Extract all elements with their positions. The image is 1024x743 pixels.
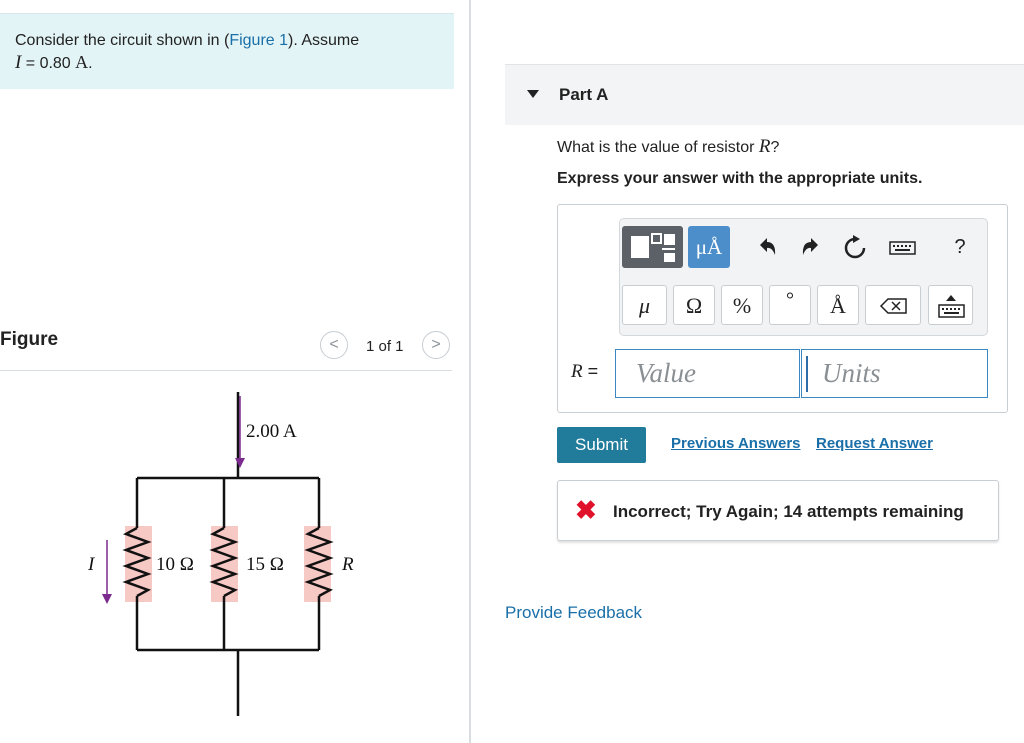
- keyboard-toggle-icon: [938, 295, 965, 318]
- symbol-percent-button[interactable]: %: [721, 285, 763, 325]
- problem-statement: Consider the circuit shown in (Figure 1)…: [0, 13, 454, 89]
- problem-text: Consider the circuit shown in (: [15, 32, 230, 49]
- feedback-message: ✖ Incorrect; Try Again; 14 attempts rema…: [557, 480, 999, 541]
- redo-icon: [802, 238, 818, 255]
- period: .: [88, 55, 93, 72]
- units-input[interactable]: Units: [801, 349, 988, 398]
- symbol-ohm-button[interactable]: Ω: [673, 285, 715, 325]
- keyboard-button[interactable]: [887, 232, 919, 262]
- instruction-text: Express your answer with the appropriate…: [557, 170, 923, 187]
- answer-label: R =: [571, 361, 598, 383]
- reset-icon: [844, 235, 866, 259]
- answer-equals: =: [582, 361, 599, 381]
- problem-line-1: Consider the circuit shown in (Figure 1)…: [15, 32, 359, 50]
- top-current-label: 2.00 A: [246, 421, 297, 442]
- undo-icon: [760, 238, 776, 255]
- submit-button[interactable]: Submit: [557, 427, 646, 463]
- left-current-label: I: [87, 554, 96, 575]
- provide-feedback-link[interactable]: Provide Feedback: [505, 603, 642, 623]
- figure-link[interactable]: Figure 1: [229, 32, 288, 49]
- redo-button[interactable]: [796, 232, 826, 262]
- top-current-arrowhead: [235, 458, 245, 468]
- symbol-degree-button[interactable]: °: [769, 285, 811, 325]
- math-toolbar: μÅ ? μ Ω % ° Å: [619, 218, 988, 336]
- feedback-text: Incorrect; Try Again; 14 attempts remain…: [613, 502, 964, 521]
- previous-answers-link[interactable]: Previous Answers: [671, 435, 801, 452]
- help-button[interactable]: ?: [940, 232, 980, 262]
- figure-heading: Figure: [0, 329, 59, 350]
- panel-divider: [469, 0, 471, 743]
- question-text: What is the value of resistor R?: [557, 136, 779, 158]
- backspace-icon: [879, 298, 907, 314]
- figure-divider: [0, 370, 452, 371]
- keyboard-icon: [889, 241, 916, 255]
- chevron-right-icon: >: [431, 336, 441, 353]
- reset-button[interactable]: [840, 232, 870, 262]
- answer-box: μÅ ? μ Ω % ° Å R = Value Units: [557, 204, 1008, 413]
- resistor-1-label: 10 Ω: [156, 554, 194, 575]
- templates-icon: [631, 233, 675, 262]
- units-button[interactable]: μÅ: [688, 226, 730, 268]
- previous-figure-button[interactable]: <: [320, 331, 348, 359]
- question-variable: R: [758, 136, 771, 157]
- symbol-mu-button[interactable]: μ: [622, 285, 667, 325]
- text-caret: [806, 356, 808, 392]
- keyboard-toggle-button[interactable]: [928, 285, 973, 325]
- part-label: Part A: [559, 85, 609, 104]
- delete-button[interactable]: [865, 285, 921, 325]
- undo-button[interactable]: [752, 232, 782, 262]
- circuit-diagram: 2.00 A I 10 Ω 15 Ω R: [87, 392, 354, 716]
- units-placeholder: Units: [822, 358, 881, 388]
- collapse-triangle-icon[interactable]: [527, 90, 539, 98]
- value-placeholder: Value: [636, 358, 696, 388]
- x-icon: ✖: [575, 495, 597, 525]
- resistor-2-label: 15 Ω: [246, 554, 284, 575]
- answer-variable: R: [571, 361, 583, 382]
- templates-button[interactable]: [622, 226, 683, 268]
- chevron-left-icon: <: [329, 336, 339, 353]
- question-suffix: ?: [770, 139, 780, 156]
- figure-page-indicator: 1 of 1: [366, 338, 404, 355]
- symbol-angstrom-button[interactable]: Å: [817, 285, 859, 325]
- left-panel: Consider the circuit shown in (Figure 1)…: [0, 0, 470, 743]
- question-prefix: What is the value of resistor: [557, 139, 759, 156]
- current-equals: = 0.80: [21, 55, 76, 72]
- current-unit: A: [75, 52, 89, 72]
- left-current-arrowhead: [102, 594, 112, 604]
- value-input[interactable]: Value: [615, 349, 800, 398]
- problem-line-2: I = 0.80 A.: [15, 52, 93, 74]
- request-answer-link[interactable]: Request Answer: [816, 435, 933, 452]
- part-header[interactable]: Part A: [505, 64, 1024, 125]
- resistor-3-label: R: [341, 554, 354, 575]
- problem-text-after: ). Assume: [288, 32, 360, 49]
- next-figure-button[interactable]: >: [422, 331, 450, 359]
